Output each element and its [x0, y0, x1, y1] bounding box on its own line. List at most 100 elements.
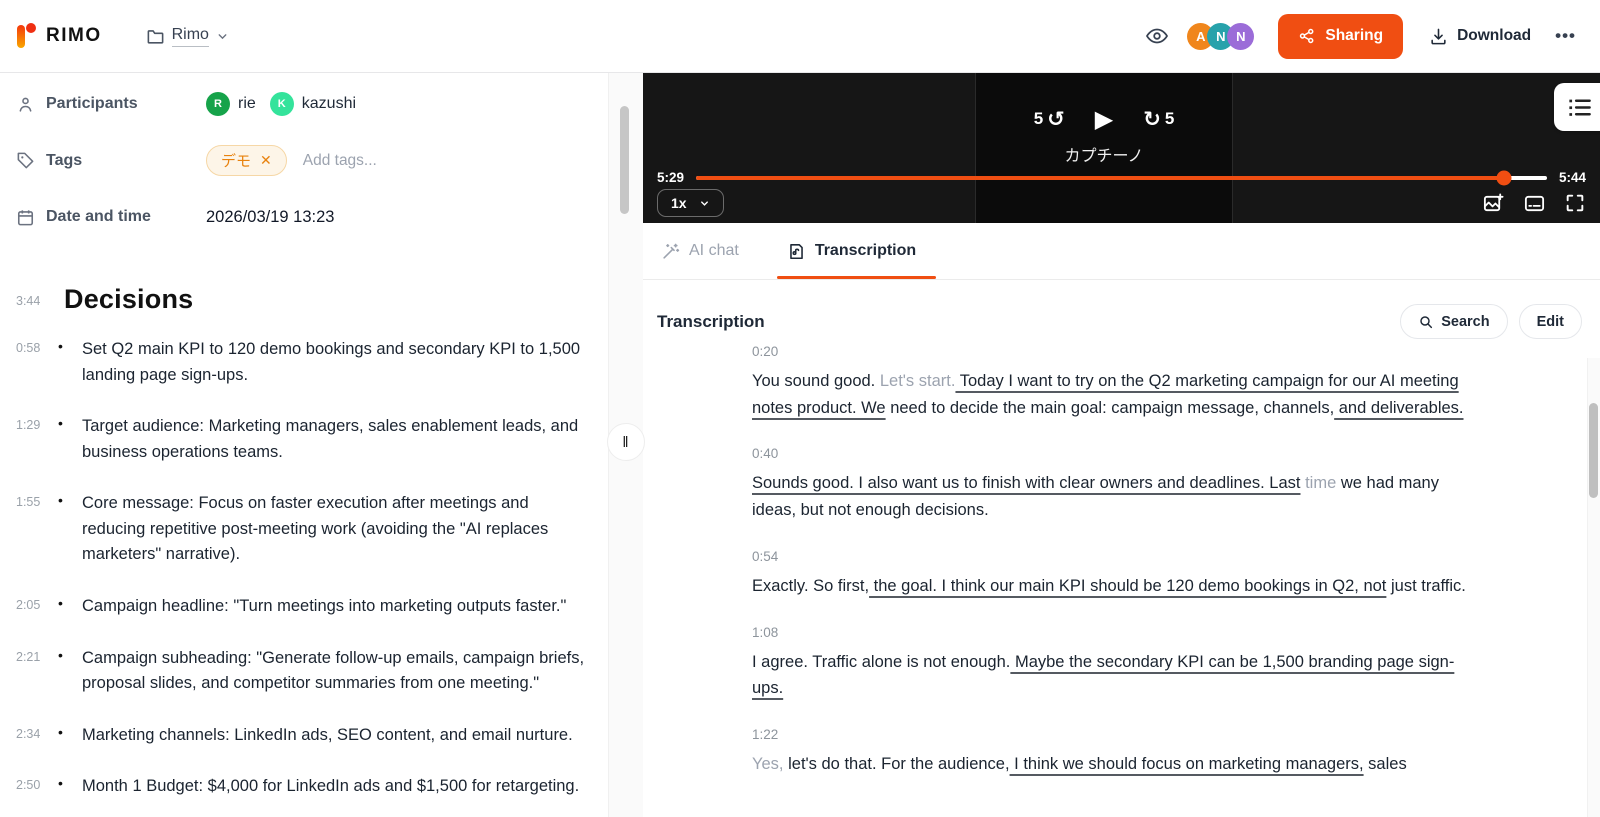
- edit-button[interactable]: Edit: [1519, 304, 1582, 339]
- skip-forward-label: 5: [1165, 109, 1174, 129]
- participant-name: kazushi: [302, 95, 356, 113]
- search-icon: [1418, 314, 1434, 330]
- forward-icon: ↻: [1143, 107, 1161, 132]
- entry-timestamp[interactable]: 0:40: [752, 446, 1468, 461]
- item-text[interactable]: Set Q2 main KPI to 120 demo bookings and…: [82, 337, 592, 388]
- item-timestamp[interactable]: 0:58: [16, 337, 52, 388]
- entry-timestamp[interactable]: 1:08: [752, 625, 1468, 640]
- tab-transcription-label: Transcription: [815, 242, 916, 260]
- seek-bar[interactable]: [696, 176, 1547, 180]
- share-icon: [1298, 27, 1316, 45]
- avatar[interactable]: N: [1227, 23, 1254, 50]
- playback-speed-button[interactable]: 1x: [657, 189, 724, 217]
- viewers-eye-icon[interactable]: [1145, 24, 1169, 48]
- entry-text[interactable]: Exactly. So first, the goal. I think our…: [752, 573, 1468, 600]
- item-timestamp[interactable]: 2:21: [16, 646, 52, 697]
- participant[interactable]: Rrie: [206, 92, 256, 116]
- skip-back-label: 5: [1034, 109, 1043, 129]
- entry-timestamp[interactable]: 1:22: [752, 727, 1468, 742]
- bullet-icon: •: [58, 594, 76, 620]
- folder-icon: [146, 27, 165, 46]
- transcript-scrollbar[interactable]: [1587, 358, 1600, 817]
- skip-forward-5-button[interactable]: ↻ 5: [1143, 107, 1174, 132]
- left-scrollbar-thumb[interactable]: [620, 106, 629, 214]
- download-label: Download: [1457, 27, 1531, 45]
- transcript-list: 0:20 You sound good. Let's start. Today …: [643, 344, 1600, 778]
- magic-wand-icon: [661, 242, 680, 261]
- play-button[interactable]: ▶: [1095, 105, 1113, 134]
- video-player: 5 ↺ ▶ ↻ 5 カプチーノ 5:29 5:44: [643, 73, 1600, 223]
- list-item: 1:29•Target audience: Marketing managers…: [16, 414, 592, 465]
- item-timestamp[interactable]: 1:29: [16, 414, 52, 465]
- transcript-scrollbar-thumb[interactable]: [1589, 403, 1598, 498]
- fullscreen-icon[interactable]: [1564, 192, 1586, 214]
- remove-tag-icon[interactable]: ✕: [260, 152, 272, 169]
- list-item: 2:34•Marketing channels: LinkedIn ads, S…: [16, 723, 592, 749]
- list-item: 1:55•Core message: Focus on faster execu…: [16, 491, 592, 568]
- add-tags-input[interactable]: Add tags...: [303, 152, 377, 170]
- entry-text[interactable]: I agree. Traffic alone is not enough. Ma…: [752, 649, 1468, 702]
- item-text[interactable]: Core message: Focus on faster execution …: [82, 491, 592, 568]
- tab-ai-chat[interactable]: AI chat: [657, 223, 743, 279]
- entry-timestamp[interactable]: 0:20: [752, 344, 1468, 359]
- participants-row: Participants RrieKkazushi: [16, 89, 592, 119]
- tag-chip[interactable]: デモ✕: [206, 145, 287, 176]
- item-timestamp[interactable]: 2:50: [16, 774, 52, 800]
- tags-label: Tags: [46, 152, 82, 170]
- download-button[interactable]: Download: [1429, 27, 1531, 46]
- transcript-entry: 0:20 You sound good. Let's start. Today …: [752, 344, 1468, 421]
- bullet-icon: •: [58, 414, 76, 465]
- decisions-list: 0:58•Set Q2 main KPI to 120 demo booking…: [16, 337, 592, 817]
- text-segment: Let's start.: [880, 372, 956, 390]
- entry-timestamp[interactable]: 0:54: [752, 549, 1468, 564]
- bullet-icon: •: [58, 491, 76, 568]
- item-text[interactable]: Campaign subheading: "Generate follow-up…: [82, 646, 592, 697]
- chapter-list-button[interactable]: [1554, 83, 1600, 131]
- panel-resize-handle[interactable]: ‖: [607, 423, 645, 461]
- app-logo[interactable]: RIMO: [16, 22, 102, 50]
- person-icon: [16, 95, 35, 114]
- entry-text[interactable]: Yes, let's do that. For the audience, I …: [752, 751, 1468, 778]
- viewer-avatars[interactable]: ANN: [1187, 23, 1254, 50]
- date-row: Date and time 2026/03/19 13:23: [16, 202, 592, 232]
- item-timestamp[interactable]: 2:05: [16, 594, 52, 620]
- skip-back-5-button[interactable]: 5 ↺: [1034, 107, 1065, 132]
- text-segment: and deliverables.: [1334, 399, 1463, 417]
- seek-handle[interactable]: [1497, 170, 1512, 185]
- entry-text[interactable]: You sound good. Let's start. Today I wan…: [752, 368, 1468, 421]
- transcript-entry: 0:54 Exactly. So first, the goal. I thin…: [752, 549, 1468, 600]
- date-label: Date and time: [46, 208, 151, 226]
- app-header: RIMO Rimo ANN Sharing Download •••: [0, 0, 1600, 73]
- tab-transcription[interactable]: Transcription: [783, 223, 920, 279]
- list-item: 2:21•Campaign subheading: "Generate foll…: [16, 646, 592, 697]
- item-text[interactable]: Target audience: Marketing managers, sal…: [82, 414, 592, 465]
- list-item: 2:05•Campaign headline: "Turn meetings i…: [16, 594, 592, 620]
- capture-frame-icon[interactable]: [1482, 192, 1505, 215]
- search-button[interactable]: Search: [1400, 304, 1507, 339]
- bullet-icon: •: [58, 723, 76, 749]
- text-segment: need to decide the main goal: campaign m…: [886, 399, 1335, 417]
- sharing-button[interactable]: Sharing: [1278, 14, 1403, 59]
- subtitles-icon[interactable]: [1523, 192, 1546, 215]
- list-item: 2:50•Month 1 Budget: $4,000 for LinkedIn…: [16, 774, 592, 800]
- tags-row: Tags デモ✕ Add tags...: [16, 145, 592, 176]
- item-timestamp[interactable]: 1:55: [16, 491, 52, 568]
- sharing-label: Sharing: [1325, 27, 1383, 45]
- item-text[interactable]: Campaign headline: "Turn meetings into m…: [82, 594, 566, 620]
- text-segment: just traffic.: [1386, 577, 1465, 595]
- item-text[interactable]: Month 1 Budget: $4,000 for LinkedIn ads …: [82, 774, 579, 800]
- entry-text[interactable]: Sounds good. I also want us to finish wi…: [752, 470, 1468, 523]
- participant[interactable]: Kkazushi: [270, 92, 356, 116]
- text-segment: Sounds good. I also want us to finish wi…: [752, 474, 1301, 492]
- transcription-content: Transcription Search Edit 0:20 You sound…: [643, 280, 1600, 817]
- item-text[interactable]: Marketing channels: LinkedIn ads, SEO co…: [82, 723, 573, 749]
- search-label: Search: [1441, 314, 1489, 330]
- heading-timestamp[interactable]: 3:44: [16, 294, 50, 308]
- item-timestamp[interactable]: 2:34: [16, 723, 52, 749]
- breadcrumb[interactable]: Rimo: [146, 26, 229, 47]
- download-icon: [1429, 27, 1448, 46]
- date-value[interactable]: 2026/03/19 13:23: [206, 208, 334, 227]
- more-menu-button[interactable]: •••: [1555, 26, 1576, 46]
- panel-divider: ‖: [608, 73, 643, 817]
- avatar: K: [270, 92, 294, 116]
